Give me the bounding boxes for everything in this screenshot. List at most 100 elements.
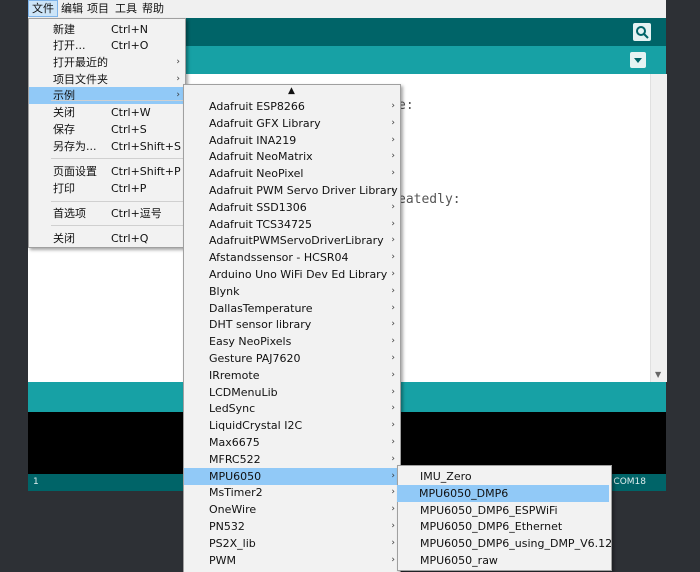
chevron-right-icon: › <box>391 537 395 548</box>
file-menu-item[interactable]: 新建 Ctrl+N <box>29 21 185 38</box>
menu-item-label: 关闭 <box>53 106 75 119</box>
file-menu-item[interactable]: 关闭 Ctrl+W <box>29 104 185 121</box>
examples-item-onewire[interactable]: OneWire › <box>184 501 400 518</box>
examples-item-arduino-uno-wifi-dev-ed-library[interactable]: Arduino Uno WiFi Dev Ed Library › <box>184 266 400 283</box>
examples-item-adafruit-pwm-servo-driver-library[interactable]: Adafruit PWM Servo Driver Library › <box>184 182 400 199</box>
chevron-right-icon: › <box>391 437 395 447</box>
menu-file[interactable]: 文件 <box>28 0 58 17</box>
examples-item-adafruit-neopixel[interactable]: Adafruit NeoPixel › <box>184 165 400 182</box>
mpu6050-item-imu-zero[interactable]: IMU_Zero <box>398 468 611 485</box>
chevron-right-icon: › <box>391 453 395 464</box>
examples-item-mfrc522[interactable]: MFRC522 › <box>184 451 400 468</box>
chevron-right-icon: › <box>391 134 395 145</box>
menu-item-label: DallasTemperature <box>209 301 313 315</box>
mpu6050-item-mpu6050-dmp6-using-dmp-v6-12[interactable]: MPU6050_DMP6_using_DMP_V6.12 <box>398 535 612 552</box>
examples-item-adafruit-neomatrix[interactable]: Adafruit NeoMatrix › <box>184 148 400 165</box>
examples-item-pn532[interactable]: PN532 › <box>184 518 400 535</box>
examples-item-afstandssensor-hcsr04[interactable]: Afstandssensor - HCSR04 › <box>184 249 400 266</box>
file-menu-item[interactable]: 项目文件夹 › <box>29 71 185 88</box>
examples-item-liquidcrystal-i2c[interactable]: LiquidCrystal I2C › <box>184 417 400 434</box>
menu-item-label: MPU6050_DMP6_Ethernet <box>420 520 563 534</box>
menu-item-label: Blynk <box>209 284 240 298</box>
chevron-right-icon: › <box>391 117 395 128</box>
scroll-up-icon[interactable]: ▲ <box>288 86 295 96</box>
menu-separator <box>51 225 183 226</box>
examples-item-irremote[interactable]: IRremote › <box>184 367 400 384</box>
menu-item-label: PN532 <box>209 520 245 533</box>
file-menu-item[interactable]: 另存为... Ctrl+Shift+S <box>29 138 185 155</box>
file-menu-item[interactable]: 保存 Ctrl+S <box>29 121 185 138</box>
menu-item-label: 首选项 <box>53 207 86 220</box>
tab-menu-button[interactable] <box>630 52 646 68</box>
chevron-right-icon: › <box>391 353 395 363</box>
chevron-right-icon: › <box>391 168 395 179</box>
file-menu-item[interactable]: 打开最近的 › <box>29 54 185 71</box>
examples-item-adafruit-gfx-library[interactable]: Adafruit GFX Library › <box>184 115 400 132</box>
chevron-right-icon: › <box>391 235 395 246</box>
menu-help[interactable]: 帮助 <box>139 0 167 17</box>
examples-item-ps2x-lib[interactable]: PS2X_lib › <box>184 535 400 552</box>
examples-submenu: ▲ Adafruit ESP8266 › Adafruit GFX Library ›… <box>183 84 401 572</box>
chevron-right-icon: › <box>391 487 395 498</box>
scroll-down-icon[interactable]: ▼ <box>655 370 661 379</box>
menu-item-shortcut: Ctrl+Q <box>111 232 149 245</box>
mpu6050-item-mpu6050-dmp6-espwifi[interactable]: MPU6050_DMP6_ESPWiFi <box>398 502 611 519</box>
menu-separator <box>51 201 183 202</box>
menu-item-label: Easy NeoPixels <box>209 335 292 349</box>
menu-project[interactable]: 项目 <box>84 0 112 17</box>
file-menu-item[interactable]: 打开... Ctrl+O <box>29 37 185 54</box>
examples-item-mpu6050[interactable]: MPU6050 › <box>184 467 400 485</box>
examples-item-adafruit-esp8266[interactable]: Adafruit ESP8266 › <box>184 98 400 115</box>
menu-item-shortcut: Ctrl+S <box>111 123 147 136</box>
menu-tools[interactable]: 工具 <box>112 0 140 17</box>
menu-item-shortcut: Ctrl+W <box>111 106 151 119</box>
menu-item-shortcut: Ctrl+Shift+P <box>111 165 181 178</box>
menu-item-shortcut: Ctrl+Shift+S <box>111 140 181 153</box>
menu-item-label: PS2X_lib <box>209 536 256 550</box>
examples-item-lcdmenulib[interactable]: LCDMenuLib › <box>184 384 400 401</box>
menu-item-label: 页面设置 <box>53 165 97 178</box>
file-menu: 新建 Ctrl+N 打开... Ctrl+O 打开最近的 › 项目文件夹 › 示例 › 关闭 Ctrl… <box>28 18 186 248</box>
file-menu-item[interactable]: 页面设置 Ctrl+Shift+P <box>29 163 185 180</box>
examples-item-blynk[interactable]: Blynk › <box>184 283 400 300</box>
examples-item-dht-sensor-library[interactable]: DHT sensor library › <box>184 316 400 333</box>
mpu6050-item-mpu6050-dmp6[interactable]: MPU6050_DMP6 <box>397 484 609 502</box>
file-menu-item[interactable]: 打印 Ctrl+P <box>29 180 185 197</box>
examples-item-dallastemperature[interactable]: DallasTemperature › <box>184 300 400 317</box>
editor-scrollbar[interactable]: ▼ <box>650 74 667 382</box>
chevron-right-icon: › <box>391 504 395 515</box>
file-menu-item[interactable]: 关闭 Ctrl+Q <box>29 230 185 247</box>
chevron-right-icon: › <box>176 74 180 84</box>
menu-item-label: Gesture PAJ7620 <box>209 352 301 365</box>
menu-item-label: Afstandssensor - HCSR04 <box>209 251 349 265</box>
chevron-right-icon: › <box>391 185 395 195</box>
menu-item-label: 示例 <box>53 89 75 102</box>
menu-item-label: DHT sensor library <box>209 318 312 332</box>
examples-item-max6675[interactable]: Max6675 › <box>184 434 400 451</box>
mpu6050-item-mpu6050-dmp6-ethernet[interactable]: MPU6050_DMP6_Ethernet <box>398 518 611 535</box>
menu-item-label: OneWire <box>209 503 257 517</box>
examples-item-adafruit-ssd1306[interactable]: Adafruit SSD1306 › <box>184 199 400 216</box>
menu-item-label: AdafruitPWMServoDriverLibrary <box>209 234 384 248</box>
file-menu-item[interactable]: 首选项 Ctrl+逗号 <box>29 205 185 222</box>
menu-edit[interactable]: 编辑 <box>58 0 86 17</box>
serial-monitor-button[interactable] <box>633 23 651 41</box>
file-menu-item[interactable]: 示例 › <box>29 87 185 104</box>
magnifier-icon <box>636 26 649 39</box>
examples-item-pwm[interactable]: PWM › <box>184 552 400 569</box>
examples-item-adafruit-tcs34725[interactable]: Adafruit TCS34725 › <box>184 216 400 233</box>
examples-item-gesture-paj7620[interactable]: Gesture PAJ7620 › <box>184 350 400 367</box>
menu-item-label: Adafruit PWM Servo Driver Library <box>209 184 398 197</box>
examples-item-easy-neopixels[interactable]: Easy NeoPixels › <box>184 333 400 350</box>
menu-item-label: Adafruit INA219 <box>209 133 297 147</box>
menu-item-label: MsTimer2 <box>209 486 263 500</box>
menu-item-label: Adafruit TCS34725 <box>209 217 313 231</box>
menu-item-label: Adafruit GFX Library <box>209 116 321 130</box>
code-fragment-loop: eatedly: <box>398 192 461 207</box>
chevron-right-icon: › <box>391 369 395 380</box>
examples-item-adafruitpwmservodriverlibrary[interactable]: AdafruitPWMServoDriverLibrary › <box>184 232 400 249</box>
examples-item-adafruit-ina219[interactable]: Adafruit INA219 › <box>184 132 400 149</box>
mpu6050-item-mpu6050-raw[interactable]: MPU6050_raw <box>398 552 611 569</box>
examples-item-ledsync[interactable]: LedSync › <box>184 400 400 417</box>
examples-item-mstimer2[interactable]: MsTimer2 › <box>184 484 400 501</box>
